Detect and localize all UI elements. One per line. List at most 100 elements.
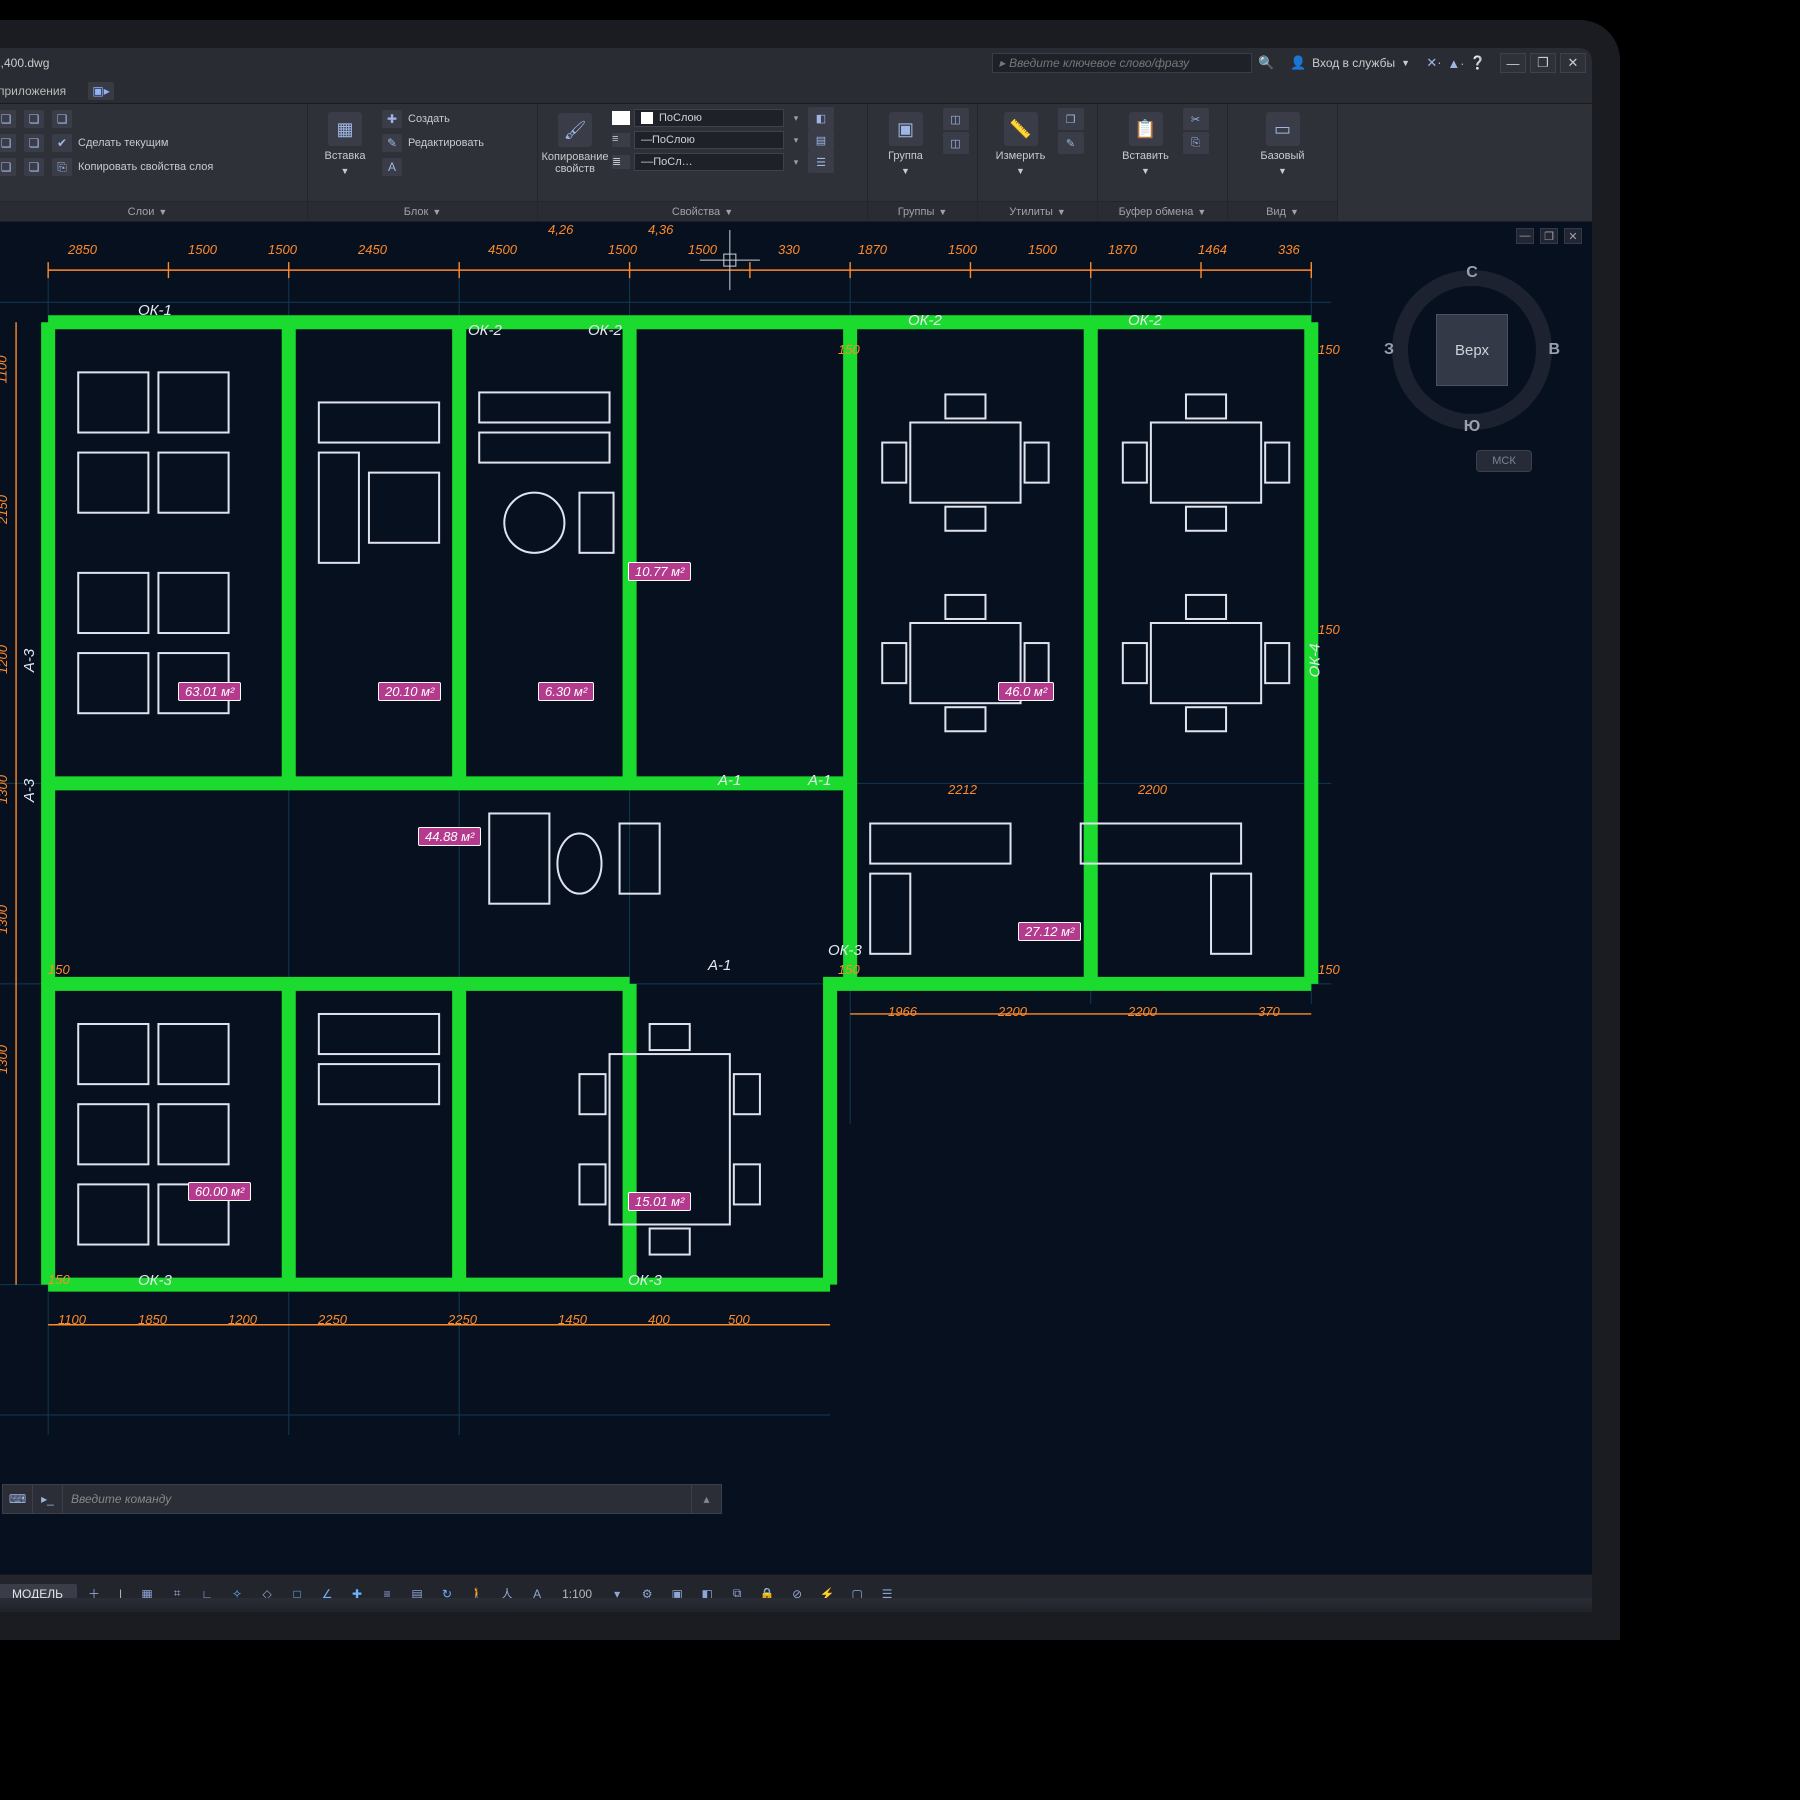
- room-area: 46.0 м²: [998, 682, 1054, 701]
- insert-block-button[interactable]: ▦ Вставка ▼: [316, 108, 374, 180]
- walk-icon[interactable]: 🚶: [464, 1582, 490, 1606]
- copy-layer-props-button[interactable]: ⎘Копировать свойства слоя: [52, 156, 213, 178]
- osnap-toggle-icon[interactable]: □: [284, 1582, 310, 1606]
- cut-icon[interactable]: ✂: [1183, 108, 1209, 130]
- group-button[interactable]: ▣ Группа▼: [877, 108, 935, 180]
- panel-title-groups[interactable]: Группы▼: [868, 201, 977, 221]
- account-sign-in[interactable]: 👤 Вход в службы ▼: [1280, 55, 1420, 71]
- dim: 1200: [228, 1312, 257, 1327]
- window-close-button[interactable]: ✕: [1560, 53, 1586, 73]
- transparency-icon[interactable]: ▤: [404, 1582, 430, 1606]
- ann-auto-icon[interactable]: A: [524, 1582, 550, 1606]
- door-tag: А-1: [718, 772, 741, 789]
- dim: 2212: [948, 782, 977, 797]
- document-title: 1,400.dwg: [0, 56, 49, 70]
- keyword-search[interactable]: ▸ Введите ключевое слово/фразу: [992, 53, 1252, 73]
- layer-tool-3[interactable]: ❏: [0, 156, 16, 178]
- ws-switch-icon[interactable]: ⚙: [634, 1582, 660, 1606]
- dim: 1850: [138, 1312, 167, 1327]
- annotation-scale[interactable]: 1:100: [554, 1587, 600, 1601]
- lock-ui-icon[interactable]: 🔒: [754, 1582, 780, 1606]
- linetype-dropdown[interactable]: ≣–– ПоСл…▾☰: [612, 152, 859, 172]
- room-tag: ОК-3: [138, 1272, 172, 1289]
- ann-monitor-icon[interactable]: 人: [494, 1582, 520, 1606]
- copy-icon[interactable]: ⎘: [1183, 132, 1209, 154]
- room-area: 20.10 м²: [378, 682, 441, 701]
- command-input[interactable]: Введите команду: [63, 1492, 691, 1506]
- iso-toggle-icon[interactable]: ◇: [254, 1582, 280, 1606]
- title-bar: 1,400.dwg ▸ Введите ключевое слово/фразу…: [0, 48, 1592, 78]
- command-recent-icon[interactable]: ▸_: [33, 1485, 63, 1513]
- hardware-accel-icon[interactable]: ⚡: [814, 1582, 840, 1606]
- ortho-toggle-icon[interactable]: ∟: [194, 1582, 220, 1606]
- dim: 336: [1278, 242, 1300, 257]
- lt-extra-icon[interactable]: ☰: [808, 151, 834, 173]
- polar-toggle-icon[interactable]: ✧: [224, 1582, 250, 1606]
- layer-tool-4[interactable]: ❏: [24, 108, 44, 130]
- color-extra-icon[interactable]: ◧: [808, 107, 834, 129]
- model-space-tab[interactable]: МОДЕЛЬ: [0, 1584, 77, 1604]
- ribbon-pin-toggle[interactable]: ▣▸: [88, 82, 114, 100]
- app-menu-link[interactable]: приложения: [0, 84, 66, 98]
- cleanscreen-icon[interactable]: ▢: [844, 1582, 870, 1606]
- panel-title-properties[interactable]: Свойства▼: [538, 201, 867, 221]
- util-extra-2[interactable]: ✎: [1058, 132, 1084, 154]
- command-expand-icon[interactable]: ▴: [691, 1485, 721, 1513]
- panel-title-view[interactable]: Вид▼: [1228, 201, 1337, 221]
- panel-title-layers[interactable]: Слои▼: [0, 201, 307, 221]
- color-dropdown[interactable]: ПоСлою▾◧: [612, 108, 859, 128]
- panel-title-block[interactable]: Блок▼: [308, 201, 537, 221]
- room-area: 63.01 м²: [178, 682, 241, 701]
- create-block-button[interactable]: ✚Создать: [382, 108, 484, 130]
- dynamic-input-icon[interactable]: ✚: [344, 1582, 370, 1606]
- viewcube-top-face[interactable]: Верх: [1436, 314, 1508, 386]
- exchange-icon[interactable]: ✕·: [1426, 55, 1442, 71]
- layer-tool-1[interactable]: ❏: [0, 108, 16, 130]
- layout-plus-icon[interactable]: ＋: [81, 1582, 107, 1606]
- group-extra-1[interactable]: ◫: [943, 108, 969, 130]
- layer-tool-6[interactable]: ❏: [24, 156, 44, 178]
- quick-access-bar: приложения ▣▸: [0, 78, 1592, 104]
- layer-tool-5[interactable]: ❏: [24, 132, 44, 154]
- lineweight-dropdown[interactable]: ≡— ПоСлою▾▤: [612, 130, 859, 150]
- monitor-icon[interactable]: ▣: [664, 1582, 690, 1606]
- layer-tool-7[interactable]: ❏: [52, 108, 213, 130]
- quickprops-icon[interactable]: ⧉: [724, 1582, 750, 1606]
- panel-title-clipboard[interactable]: Буфер обмена▼: [1098, 201, 1227, 221]
- match-properties-button[interactable]: 🖌 Копирование свойств: [546, 108, 604, 180]
- room-tag: ОК-2: [588, 322, 622, 339]
- snap-toggle-icon[interactable]: ⌗: [164, 1582, 190, 1606]
- window-restore-button[interactable]: ❐: [1530, 53, 1556, 73]
- lw-extra-icon[interactable]: ▤: [808, 129, 834, 151]
- command-line[interactable]: ⌨ ▸_ Введите команду ▴: [2, 1484, 722, 1514]
- lwt-toggle-icon[interactable]: ≡: [374, 1582, 400, 1606]
- panel-title-utilities[interactable]: Утилиты▼: [978, 201, 1097, 221]
- command-handle-icon[interactable]: ⌨: [3, 1485, 33, 1513]
- search-icon[interactable]: 🔍: [1258, 55, 1274, 71]
- make-current-button[interactable]: ✔Сделать текущим: [52, 132, 213, 154]
- measure-button[interactable]: 📏 Измерить▼: [992, 108, 1050, 180]
- dim: 150: [1318, 342, 1340, 357]
- block-attr-button[interactable]: A: [382, 156, 484, 178]
- help-icon[interactable]: ❔: [1470, 55, 1486, 71]
- viewport[interactable]: — ❐ ✕ Верх С Ю В З МСК: [0, 222, 1592, 1574]
- otrack-toggle-icon[interactable]: ∠: [314, 1582, 340, 1606]
- paste-button[interactable]: 📋 Вставить▼: [1117, 108, 1175, 180]
- cloud-icon[interactable]: ▲·: [1448, 55, 1464, 71]
- match-props-icon: 🖌: [558, 113, 592, 147]
- util-extra-1[interactable]: ❐: [1058, 108, 1084, 130]
- status-bar: МОДЕЛЬ ＋ | ▦ ⌗ ∟ ✧ ◇ □ ∠ ✚ ≡ ▤ ↻ 🚶 人 A 1…: [0, 1574, 1592, 1612]
- units-icon[interactable]: ◧: [694, 1582, 720, 1606]
- window-minimize-button[interactable]: —: [1500, 53, 1526, 73]
- edit-block-button[interactable]: ✎Редактировать: [382, 132, 484, 154]
- isolate-icon[interactable]: ⊘: [784, 1582, 810, 1606]
- scale-dd-icon[interactable]: ▾: [604, 1582, 630, 1606]
- cycle-toggle-icon[interactable]: ↻: [434, 1582, 460, 1606]
- ribbon-panel-block: ▦ Вставка ▼ ✚Создать ✎Редактировать A Бл…: [308, 104, 538, 221]
- group-extra-2[interactable]: ◫: [943, 132, 969, 154]
- base-view-button[interactable]: ▭ Базовый▼: [1254, 108, 1312, 180]
- customize-status-icon[interactable]: ☰: [874, 1582, 900, 1606]
- layer-tool-2[interactable]: ❏: [0, 132, 16, 154]
- room-tag: ОК-3: [628, 1272, 662, 1289]
- grid-toggle-icon[interactable]: ▦: [134, 1582, 160, 1606]
